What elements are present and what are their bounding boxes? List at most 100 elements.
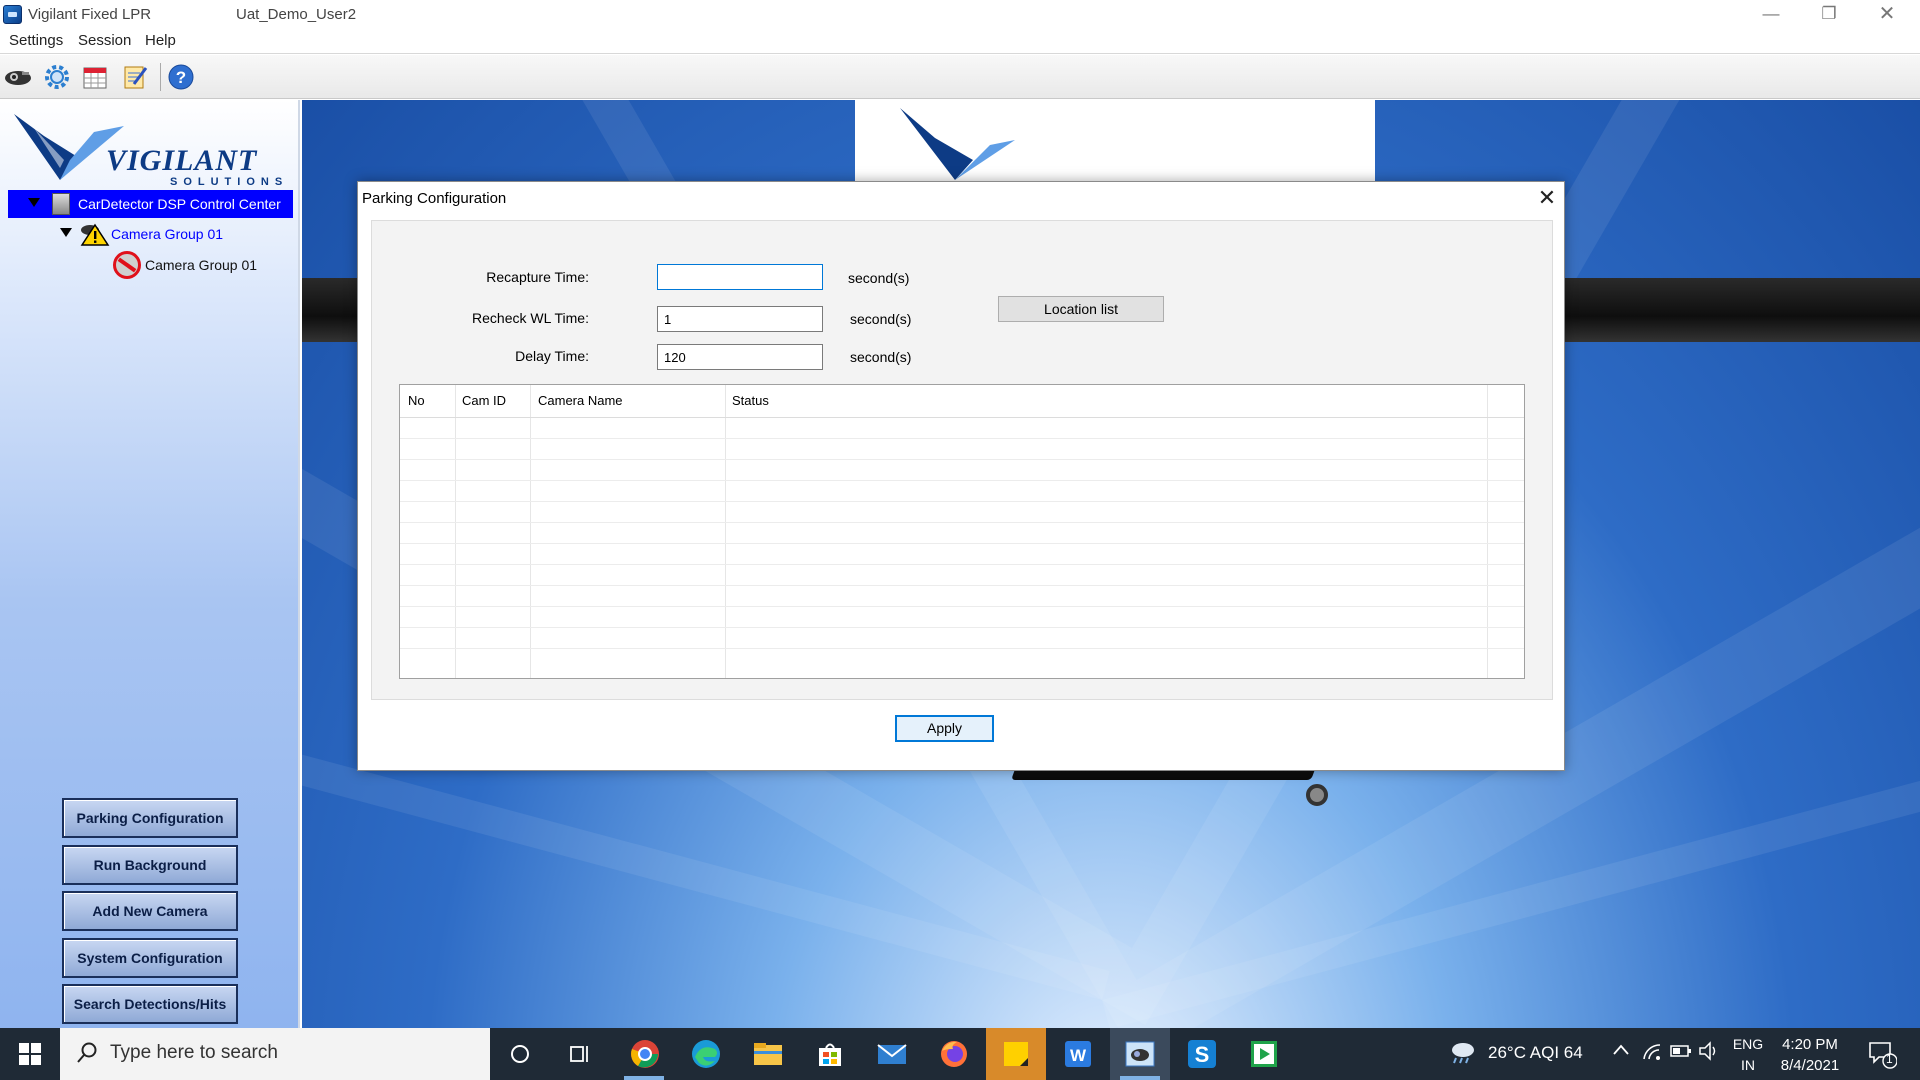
chrome-active-indicator <box>624 1076 664 1080</box>
warning-icon <box>80 222 110 249</box>
battery-icon[interactable] <box>1670 1042 1692 1065</box>
tree-group-label: Camera Group 01 <box>111 226 224 242</box>
delay-time-unit: second(s) <box>850 349 912 365</box>
dialog-panel: Recapture Time: second(s) Recheck WL Tim… <box>371 220 1553 700</box>
tree-camera-item[interactable]: Camera Group 01 <box>0 250 290 280</box>
writer-icon[interactable]: W <box>1060 1036 1096 1072</box>
search-placeholder: Type here to search <box>110 1042 278 1063</box>
calendar-icon[interactable] <box>81 63 109 91</box>
notepad-icon[interactable] <box>121 63 149 91</box>
file-explorer-icon[interactable] <box>750 1036 786 1072</box>
parking-configuration-dialog: Parking Configuration ✕ Recapture Time: … <box>357 181 1565 771</box>
wifi-icon[interactable] <box>1642 1041 1662 1066</box>
vigilant-lpr-icon[interactable] <box>1122 1036 1158 1072</box>
run-background-button[interactable]: Run Background <box>62 845 238 885</box>
store-icon[interactable] <box>812 1036 848 1072</box>
windows-taskbar: Type here to search W S 26°C AQI 64 ENG … <box>0 1028 1920 1080</box>
grid-row-line <box>400 501 1524 502</box>
minimize-button[interactable]: — <box>1742 0 1800 28</box>
grid-header-divider <box>400 417 1524 418</box>
recheck-wl-time-unit: second(s) <box>850 311 912 327</box>
svg-text:S: S <box>1195 1042 1210 1067</box>
start-button[interactable] <box>0 1028 60 1080</box>
weather-readout[interactable]: 26°C AQI 64 <box>1488 1043 1583 1063</box>
dialog-close-button[interactable]: ✕ <box>1530 182 1564 214</box>
camera-lens-graphic <box>1306 784 1328 806</box>
sticky-notes-icon[interactable] <box>998 1036 1034 1072</box>
menu-session[interactable]: Session <box>78 32 131 49</box>
tree-root-label: CarDetector DSP Control Center <box>78 196 281 212</box>
app-icon <box>3 5 22 24</box>
grid-column-camera-name <box>531 385 726 678</box>
server-icon <box>52 193 70 215</box>
weather-icon[interactable] <box>1448 1040 1476 1069</box>
tree-camera-group[interactable]: Camera Group 01 <box>0 220 290 248</box>
task-view-icon[interactable] <box>562 1036 598 1072</box>
region-code: IN <box>1741 1057 1755 1073</box>
chevron-up-icon[interactable] <box>1612 1040 1630 1065</box>
grid-row-line <box>400 627 1524 628</box>
add-new-camera-button[interactable]: Add New Camera <box>62 891 238 931</box>
gear-icon[interactable] <box>43 63 71 91</box>
notification-count-badge: 1 <box>1886 1052 1893 1066</box>
camera-offline-icon <box>113 251 141 279</box>
recapture-time-input[interactable] <box>657 264 823 290</box>
cortana-icon[interactable] <box>502 1036 538 1072</box>
grid-row-line <box>400 606 1524 607</box>
grid-header-camera-name[interactable]: Camera Name <box>538 393 623 408</box>
language-code: ENG <box>1732 1036 1764 1052</box>
clock-date: 8/4/2021 <box>1780 1057 1840 1074</box>
firefox-icon[interactable] <box>936 1036 972 1072</box>
logo-wordmark: VIGILANT <box>106 144 258 177</box>
collapse-arrow-icon[interactable] <box>60 228 72 237</box>
camera-icon[interactable] <box>4 63 32 91</box>
grid-column-cam-id <box>456 385 531 678</box>
grid-header-cam-id[interactable]: Cam ID <box>462 393 506 408</box>
skype-business-icon[interactable]: S <box>1184 1036 1220 1072</box>
grid-row-line <box>400 438 1524 439</box>
input-language[interactable]: ENG IN <box>1728 1034 1768 1076</box>
location-list-button[interactable]: Location list <box>998 296 1164 322</box>
recheck-wl-time-label: Recheck WL Time: <box>472 310 589 326</box>
edge-icon[interactable] <box>688 1036 724 1072</box>
help-icon[interactable]: ? <box>167 63 195 91</box>
maximize-button[interactable]: ❐ <box>1800 0 1858 28</box>
volume-icon[interactable] <box>1698 1041 1720 1066</box>
recapture-time-label: Recapture Time: <box>486 269 589 285</box>
delay-time-input[interactable] <box>657 344 823 370</box>
camera-status-grid[interactable]: No Cam ID Camera Name Status <box>399 384 1525 679</box>
svg-text:?: ? <box>176 68 186 87</box>
chrome-icon[interactable] <box>627 1036 663 1072</box>
grid-row-line <box>400 564 1524 565</box>
system-configuration-button[interactable]: System Configuration <box>62 938 238 978</box>
grid-row-line <box>400 522 1524 523</box>
toolbar: ? <box>0 55 1920 99</box>
system-clock[interactable]: 4:20 PM 8/4/2021 <box>1765 1034 1855 1076</box>
close-window-button[interactable]: ✕ <box>1858 0 1916 28</box>
menu-help[interactable]: Help <box>145 32 176 49</box>
media-player-icon[interactable] <box>1246 1036 1282 1072</box>
tree-root-control-center[interactable]: CarDetector DSP Control Center <box>8 190 293 218</box>
title-bar: Vigilant Fixed LPR Uat_Demo_User2 — ❐ ✕ <box>0 0 1920 28</box>
parking-configuration-button[interactable]: Parking Configuration <box>62 798 238 838</box>
taskbar-search-box[interactable]: Type here to search <box>60 1028 490 1080</box>
grid-header-no[interactable]: No <box>408 393 425 408</box>
collapse-arrow-icon[interactable] <box>28 198 40 207</box>
recapture-time-unit: second(s) <box>848 270 910 286</box>
apply-button[interactable]: Apply <box>895 715 994 742</box>
clock-time: 4:20 PM <box>1782 1036 1838 1053</box>
logo-subtitle: SOLUTIONS <box>170 176 289 188</box>
sidebar: VIGILANT SOLUTIONS CarDetector DSP Contr… <box>0 100 300 1028</box>
recheck-wl-time-input[interactable] <box>657 306 823 332</box>
grid-header-status[interactable]: Status <box>732 393 769 408</box>
grid-row-line <box>400 480 1524 481</box>
grid-row-line <box>400 543 1524 544</box>
windows-logo-icon <box>19 1043 41 1065</box>
menu-settings[interactable]: Settings <box>9 32 63 49</box>
grid-column-no <box>400 385 456 678</box>
search-detections-button[interactable]: Search Detections/Hits <box>62 984 238 1024</box>
grid-row-line <box>400 459 1524 460</box>
grid-row-line <box>400 585 1524 586</box>
mail-icon[interactable] <box>874 1036 910 1072</box>
toolbar-separator <box>160 63 161 91</box>
